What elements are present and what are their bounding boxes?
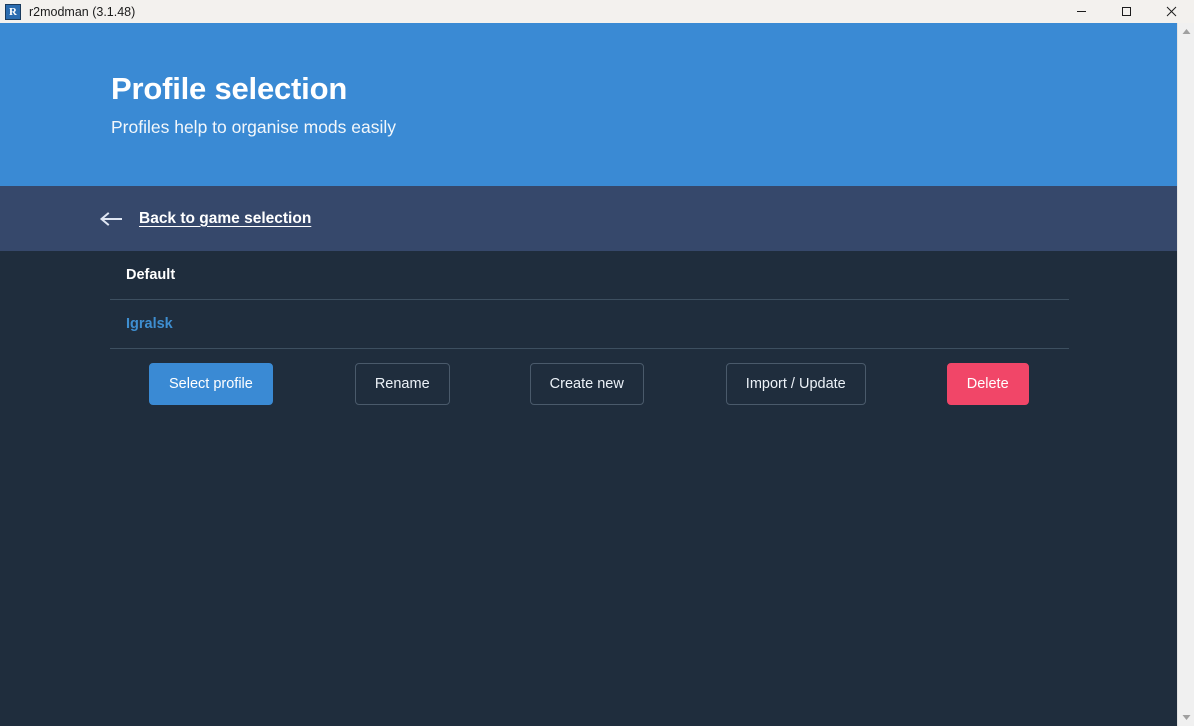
caret-up-icon[interactable] <box>1178 23 1194 40</box>
title-bar: R r2modman (3.1.48) <box>0 0 1194 23</box>
title-bar-left: R r2modman (3.1.48) <box>0 3 1059 20</box>
profile-actions-toolbar: Select profile Rename Create new Import … <box>110 349 1069 419</box>
list-item[interactable]: Default <box>110 251 1069 300</box>
import-update-button[interactable]: Import / Update <box>725 363 866 405</box>
back-link-label: Back to game selection <box>139 209 312 227</box>
profile-name: Default <box>126 267 176 283</box>
caret-down-icon[interactable] <box>1178 709 1194 726</box>
back-to-game-selection-link[interactable]: Back to game selection <box>99 210 311 228</box>
list-item[interactable]: Igralsk <box>110 300 1069 349</box>
profile-name: Igralsk <box>126 316 173 332</box>
window-body: Profile selection Profiles help to organ… <box>0 23 1194 726</box>
profile-list: Default Igralsk <box>0 251 1177 349</box>
delete-button[interactable]: Delete <box>946 363 1029 405</box>
arrow-left-icon <box>99 211 123 226</box>
navigation-bar: Back to game selection <box>0 186 1177 251</box>
application-window: R r2modman (3.1.48) Profile selection Pr… <box>0 0 1194 726</box>
content-area: Profile selection Profiles help to organ… <box>0 23 1177 726</box>
close-icon[interactable] <box>1149 0 1194 23</box>
minimize-icon[interactable] <box>1059 0 1104 23</box>
main-content: Default Igralsk Select profile Rename Cr… <box>0 251 1177 419</box>
select-profile-button[interactable]: Select profile <box>149 363 273 405</box>
scrollbar-track[interactable] <box>1178 40 1194 709</box>
maximize-icon[interactable] <box>1104 0 1149 23</box>
vertical-scrollbar[interactable] <box>1177 23 1194 726</box>
page-hero: Profile selection Profiles help to organ… <box>0 23 1177 186</box>
create-new-button[interactable]: Create new <box>529 363 644 405</box>
rename-button[interactable]: Rename <box>354 363 450 405</box>
window-title: r2modman (3.1.48) <box>29 4 136 19</box>
window-controls <box>1059 0 1194 23</box>
page-title: Profile selection <box>111 70 348 106</box>
r-logo-icon: R <box>5 3 21 20</box>
page-subtitle: Profiles help to organise mods easily <box>111 117 397 138</box>
